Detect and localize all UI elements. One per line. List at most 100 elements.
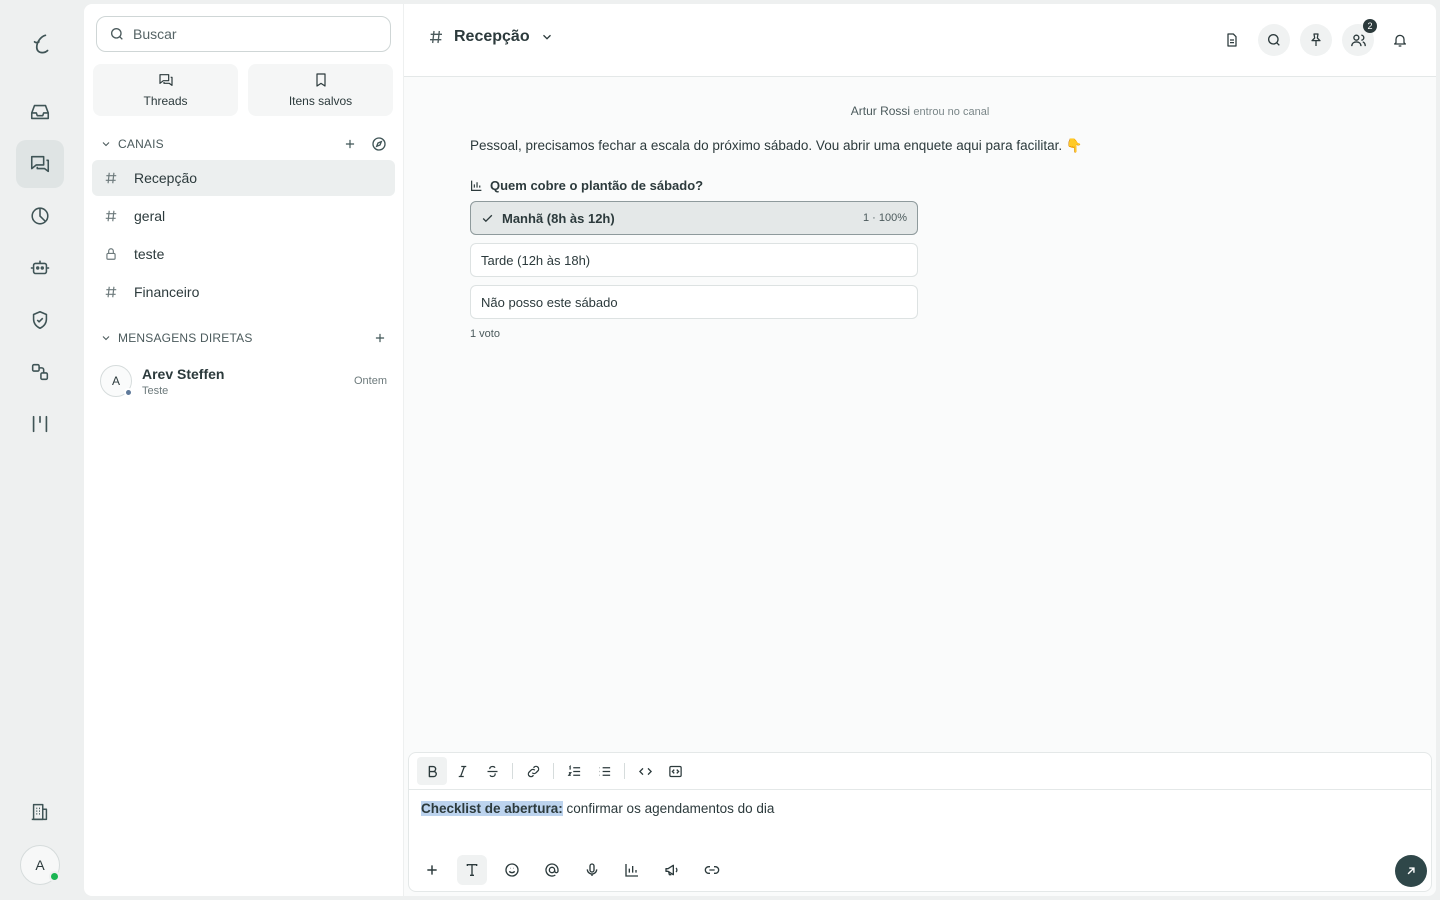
microphone-icon[interactable] <box>577 855 607 885</box>
bookmark-icon <box>315 73 326 87</box>
logo-icon[interactable] <box>16 20 64 68</box>
send-arrow-icon <box>1407 867 1415 875</box>
composer-input[interactable]: Checklist de abertura: confirmar os agen… <box>421 801 774 816</box>
check-icon <box>481 212 494 225</box>
megaphone-icon[interactable] <box>657 855 687 885</box>
bell-icon[interactable] <box>1384 24 1416 56</box>
file-icon[interactable] <box>1216 24 1248 56</box>
building-icon[interactable] <box>16 788 64 836</box>
search-icon <box>111 28 123 40</box>
dm-avatar-initial: A <box>111 374 120 388</box>
bold-icon[interactable] <box>417 757 447 785</box>
channels-section-header[interactable]: CANAIS <box>100 134 387 154</box>
poll-option-result: 1 · 100% <box>862 212 907 224</box>
chevron-down-icon <box>542 34 551 40</box>
channel-title-text: Recepção <box>454 28 530 45</box>
members-count-badge: 2 <box>1363 19 1377 33</box>
system-message: Artur Rossi entrou no canal <box>404 104 1436 118</box>
poll-votes: 1 voto <box>470 328 500 340</box>
text-format-icon[interactable] <box>457 855 487 885</box>
format-toolbar <box>409 753 1431 790</box>
online-status-dot <box>49 871 60 882</box>
bullet-list-icon[interactable] <box>589 757 619 785</box>
user-avatar[interactable]: A <box>20 845 60 885</box>
ordered-list-icon[interactable] <box>559 757 589 785</box>
saved-items-button[interactable]: Itens salvos <box>248 64 393 116</box>
hash-icon <box>104 171 118 185</box>
channel-name: teste <box>134 246 165 262</box>
analytics-icon[interactable] <box>16 192 64 240</box>
poll-option-label: Não posso este sábado <box>481 294 618 310</box>
channel-header: Recepção 2 <box>404 4 1436 77</box>
strikethrough-icon[interactable] <box>477 757 507 785</box>
channel-name: Recepção <box>134 170 198 186</box>
poll-question-text: Quem cobre o plantão de sábado? <box>490 178 704 193</box>
code-icon[interactable] <box>630 757 660 785</box>
poll-question: Quem cobre o plantão de sábado? <box>470 178 918 193</box>
hash-icon <box>104 209 118 223</box>
chat-icon[interactable] <box>16 140 64 188</box>
channel-item-geral[interactable]: geral <box>92 198 395 234</box>
dm-item[interactable]: A Arev Steffen Teste Ontem <box>100 362 387 400</box>
emoji-icon[interactable] <box>497 855 527 885</box>
integrations-icon[interactable] <box>16 348 64 396</box>
poll-option[interactable]: Tarde (12h às 18h) <box>470 243 918 277</box>
mention-icon[interactable] <box>537 855 567 885</box>
chart-icon <box>471 180 482 191</box>
saved-items-label: Itens salvos <box>288 94 353 108</box>
poll-option[interactable]: Manhã (8h às 12h) 1 · 100% <box>470 201 918 235</box>
chevron-down-icon <box>102 142 110 147</box>
shield-icon[interactable] <box>16 296 64 344</box>
system-text: entrou no canal <box>913 106 990 118</box>
send-button[interactable] <box>1395 855 1427 887</box>
poll-option[interactable]: Não posso este sábado <box>470 285 918 319</box>
direct-messages-section-header[interactable]: MENSAGENS DIRETAS <box>100 328 387 348</box>
message-text: Pessoal, precisamos fechar a escala do p… <box>470 138 1083 153</box>
user-avatar-letter: A <box>35 857 45 873</box>
search-input[interactable]: Buscar <box>96 16 391 52</box>
kanban-icon[interactable] <box>16 400 64 448</box>
threads-icon <box>158 74 173 86</box>
explore-compass-icon[interactable] <box>371 136 387 152</box>
link-icon[interactable] <box>697 855 727 885</box>
search-placeholder: Buscar <box>133 26 177 42</box>
add-dm-icon[interactable] <box>373 331 387 345</box>
lock-icon <box>104 247 118 261</box>
add-channel-icon[interactable] <box>343 137 357 151</box>
add-icon[interactable] <box>417 855 447 885</box>
dm-avatar: A <box>100 365 133 397</box>
hash-icon <box>104 285 118 299</box>
poll-option-label: Tarde (12h às 18h) <box>481 252 591 268</box>
toolbar-divider <box>553 763 554 779</box>
message-composer: Checklist de abertura: confirmar os agen… <box>408 752 1432 892</box>
away-status-dot <box>124 388 133 397</box>
conversation-panel: Recepção 2 Artur Rossi entrou no canal P… <box>404 4 1436 896</box>
chevron-down-icon <box>102 336 110 341</box>
inbox-icon[interactable] <box>16 88 64 136</box>
channel-item-financeiro[interactable]: Financeiro <box>92 274 395 310</box>
members-icon[interactable]: 2 <box>1342 19 1377 56</box>
toolbar-divider <box>624 763 625 779</box>
search-icon[interactable] <box>1258 24 1290 56</box>
channel-sidebar: Buscar Threads Itens salvos CANAIS Recep… <box>84 4 403 896</box>
code-block-icon[interactable] <box>660 757 690 785</box>
composer-actions <box>417 855 727 885</box>
bot-icon[interactable] <box>16 244 64 292</box>
channel-name: Financeiro <box>134 284 200 300</box>
italic-icon[interactable] <box>447 757 477 785</box>
system-user[interactable]: Artur Rossi <box>851 104 910 118</box>
dm-header-label: MENSAGENS DIRETAS <box>118 331 253 345</box>
channel-item-recepcao[interactable]: Recepção <box>92 160 395 196</box>
poll-chart-icon[interactable] <box>617 855 647 885</box>
dm-preview: Teste <box>142 384 169 397</box>
threads-label: Threads <box>143 94 188 108</box>
hash-icon <box>430 30 442 44</box>
channel-name: geral <box>134 208 166 224</box>
channels-header-label: CANAIS <box>118 137 164 151</box>
pin-icon[interactable] <box>1300 24 1332 56</box>
channel-item-teste[interactable]: teste <box>92 236 395 272</box>
link-icon[interactable] <box>518 757 548 785</box>
dm-name: Arev Steffen <box>142 365 225 382</box>
channel-title[interactable]: Recepção <box>428 28 554 46</box>
threads-button[interactable]: Threads <box>93 64 238 116</box>
